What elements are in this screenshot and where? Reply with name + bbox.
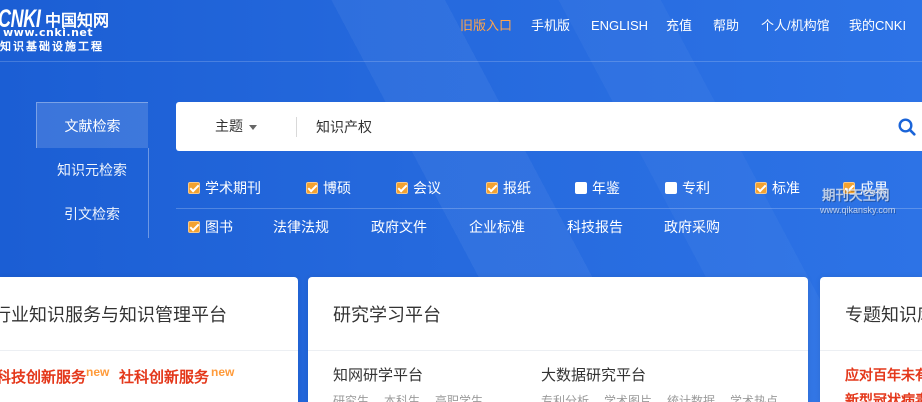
- new-badge: new: [211, 365, 235, 379]
- tag-undergraduate[interactable]: 本科生: [384, 393, 420, 402]
- source-tech-reports[interactable]: 科技报告: [567, 217, 623, 237]
- platform-cnki-study[interactable]: 知网研学平台: [333, 366, 423, 386]
- source-yearbooks[interactable]: 年鉴: [575, 178, 620, 198]
- source-laws-regulations[interactable]: 法律法规: [273, 217, 329, 237]
- source-enterprise-standards[interactable]: 企业标准: [469, 217, 525, 237]
- watermark-url: www.qikansky.com: [820, 205, 896, 215]
- header-divider: [0, 61, 922, 62]
- source-journals-checkbox[interactable]: [188, 182, 200, 194]
- card-industry-knowledge: 行业知识服务与知识管理平台 科技创新服务 new 社科创新服务 new: [0, 277, 298, 402]
- source-government-procurement[interactable]: 政府采购: [664, 217, 720, 237]
- caret-down-icon: [249, 125, 257, 130]
- source-books[interactable]: 图书: [188, 217, 233, 237]
- platform-big-data-tags: 专利分析 学术图片 统计数据 学术热点: [541, 393, 793, 402]
- tag-graduate[interactable]: 研究生: [333, 393, 369, 402]
- service-tech-innovation[interactable]: 科技创新服务: [0, 367, 86, 389]
- search-field-label: 主题: [215, 118, 243, 134]
- source-standards-label: 标准: [772, 180, 800, 196]
- card-research-divider: [308, 350, 808, 351]
- source-rows-divider: [176, 208, 922, 209]
- nav-help[interactable]: 帮助: [713, 17, 739, 35]
- platform-cnki-study-tags: 研究生 本科生 高职学生: [333, 393, 498, 402]
- tab-divider: [148, 148, 149, 238]
- source-patents-label: 专利: [682, 180, 710, 196]
- source-patents[interactable]: 专利: [665, 178, 710, 198]
- nav-my-cnki[interactable]: 我的CNKI: [849, 17, 906, 35]
- source-books-checkbox[interactable]: [188, 221, 200, 233]
- source-conferences-checkbox[interactable]: [396, 182, 408, 194]
- search-box: 主题: [176, 102, 922, 151]
- search-button[interactable]: [892, 111, 922, 142]
- tag-academic-hotspots[interactable]: 学术热点: [730, 393, 778, 402]
- tag-statistics[interactable]: 统计数据: [667, 393, 715, 402]
- platform-big-data-research[interactable]: 大数据研究平台: [541, 366, 646, 386]
- nav-english[interactable]: ENGLISH: [591, 17, 648, 35]
- source-conferences[interactable]: 会议: [396, 178, 441, 198]
- nav-mobile[interactable]: 手机版: [531, 17, 570, 35]
- tag-vocational[interactable]: 高职学生: [435, 393, 483, 402]
- logo-url: www.cnki.net: [3, 26, 94, 39]
- source-books-label: 图书: [205, 219, 233, 235]
- topic-item[interactable]: 新型冠状病毒: [845, 391, 922, 402]
- source-newspapers[interactable]: 报纸: [486, 178, 531, 198]
- source-theses[interactable]: 博硕: [306, 178, 351, 198]
- search-icon: [898, 118, 916, 136]
- card-industry-title[interactable]: 行业知识服务与知识管理平台: [0, 303, 298, 327]
- source-newspapers-label: 报纸: [503, 180, 531, 196]
- search-input[interactable]: [310, 112, 885, 141]
- card-topics-title[interactable]: 专题知识库: [845, 303, 922, 327]
- card-topics-divider: [820, 350, 922, 351]
- source-standards-checkbox[interactable]: [755, 182, 767, 194]
- card-topic-knowledge-base: 专题知识库 应对百年未有 新型冠状病毒: [820, 277, 922, 402]
- source-yearbooks-checkbox[interactable]: [575, 182, 587, 194]
- new-badge: new: [86, 365, 110, 379]
- source-conferences-label: 会议: [413, 180, 441, 196]
- nav-personal-institution[interactable]: 个人/机构馆: [761, 17, 830, 35]
- tag-academic-images[interactable]: 学术图片: [604, 393, 652, 402]
- source-newspapers-checkbox[interactable]: [486, 182, 498, 194]
- card-research-title[interactable]: 研究学习平台: [333, 303, 633, 327]
- search-field-select[interactable]: 主题: [215, 102, 263, 151]
- source-journals-label: 学术期刊: [205, 180, 261, 196]
- source-journals[interactable]: 学术期刊: [188, 178, 261, 198]
- nav-recharge[interactable]: 充值: [666, 17, 692, 35]
- search-field-divider: [296, 117, 297, 137]
- card-research-learning: 研究学习平台 知网研学平台 大数据研究平台 研究生 本科生 高职学生 专利分析 …: [308, 277, 808, 402]
- source-patents-checkbox[interactable]: [665, 182, 677, 194]
- tab-citation-search[interactable]: 引文检索: [36, 191, 148, 237]
- tab-knowledge-element-search[interactable]: 知识元检索: [36, 147, 148, 193]
- card-industry-divider: [0, 350, 298, 351]
- source-theses-label: 博硕: [323, 180, 351, 196]
- service-social-science-innovation[interactable]: 社科创新服务: [119, 367, 211, 389]
- cnki-logo[interactable]: CNKI 中国知网 www.cnki.net 知识基础设施工程: [0, 2, 112, 52]
- nav-old-version[interactable]: 旧版入口: [460, 17, 512, 35]
- logo-chinese-name: 中国知网: [45, 11, 110, 30]
- logo-tagline: 知识基础设施工程: [0, 40, 104, 52]
- tab-literature-search[interactable]: 文献检索: [36, 102, 148, 148]
- source-government-documents[interactable]: 政府文件: [371, 217, 427, 237]
- topic-item[interactable]: 应对百年未有: [845, 365, 922, 385]
- tag-patent-analysis[interactable]: 专利分析: [541, 393, 589, 402]
- source-theses-checkbox[interactable]: [306, 182, 318, 194]
- source-standards[interactable]: 标准: [755, 178, 800, 198]
- watermark-name: 期刊天空网: [822, 188, 890, 203]
- source-yearbooks-label: 年鉴: [592, 180, 620, 196]
